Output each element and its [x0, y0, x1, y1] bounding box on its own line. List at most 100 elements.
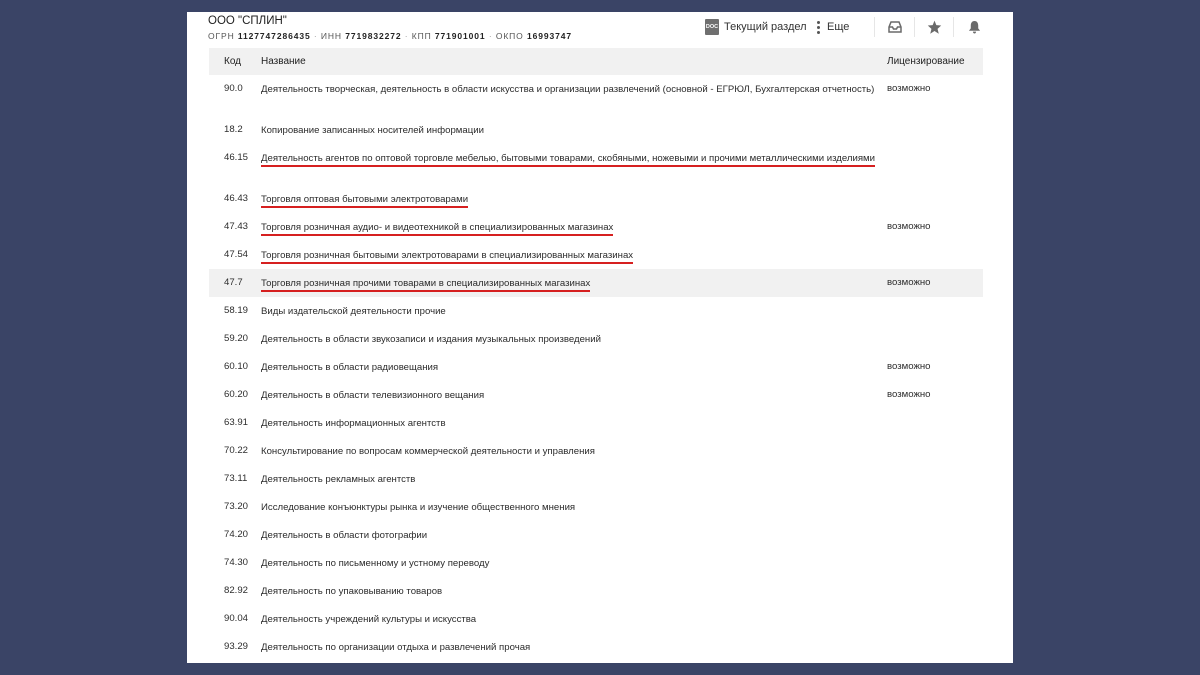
table-row[interactable]: 70.22 Консультирование по вопросам коммер…: [209, 437, 983, 465]
activity-code: 46.15: [224, 152, 249, 163]
ogrn-label: ОГРН: [208, 31, 235, 41]
activity-name-text: Деятельность по упаковыванию товаров: [261, 586, 443, 597]
activity-code: 70.22: [224, 445, 249, 456]
table-row[interactable]: 74.30 Деятельность по письменному и устно…: [209, 549, 983, 577]
activity-name-text: Деятельность в области радиовещания: [261, 362, 439, 373]
activity-code: 46.43: [224, 193, 249, 204]
activity-name-text: Исследование конъюнктуры рынка и изучени…: [261, 502, 576, 513]
activity-name: Деятельность по письменному и устному пе…: [261, 557, 881, 571]
activity-name-text: Торговля розничная аудио- и видеотехнико…: [261, 222, 614, 236]
more-button[interactable]: Еще: [817, 16, 849, 38]
column-header-code: Код: [224, 56, 242, 67]
activity-name-text: Деятельность агентов по оптовой торговле…: [261, 153, 875, 167]
activity-name-text: Деятельность рекламных агентств: [261, 474, 416, 485]
activity-name: Торговля оптовая бытовыми электротоварам…: [261, 193, 881, 208]
licensing-status: возможно: [887, 389, 931, 400]
activity-code: 82.92: [224, 585, 249, 596]
activity-code: 73.20: [224, 501, 249, 512]
toolbar-divider: [874, 17, 875, 37]
table-row[interactable]: 60.20 Деятельность в области телевизионно…: [209, 381, 983, 409]
activity-name-text: Деятельность творческая, деятельность в …: [261, 84, 875, 95]
toolbar-divider: [914, 17, 915, 37]
activity-name: Деятельность в области радиовещания: [261, 361, 881, 375]
table-row[interactable]: 46.15 Деятельность агентов по оптовой тор…: [209, 144, 983, 185]
registration-numbers: ОГРН 1127747286435 · ИНН 7719832272 · КП…: [208, 31, 572, 41]
activity-name-text: Копирование записанных носителей информа…: [261, 125, 484, 136]
activity-name: Деятельность в области звукозаписи и изд…: [261, 333, 881, 347]
table-row[interactable]: 63.91 Деятельность информационных агентст…: [209, 409, 983, 437]
activity-code: 63.91: [224, 417, 249, 428]
activity-code: 58.19: [224, 305, 249, 316]
current-section-button[interactable]: DOC Текущий раздел: [705, 16, 807, 38]
table-row[interactable]: 74.20 Деятельность в области фотографии: [209, 521, 983, 549]
activity-name: Консультирование по вопросам коммерческо…: [261, 445, 881, 459]
okpo-value: 16993747: [526, 31, 572, 41]
activity-name-text: Деятельность по письменному и устному пе…: [261, 558, 490, 569]
okpo-label: ОКПО: [495, 31, 524, 41]
activity-code: 47.7: [224, 277, 243, 288]
inn-value: 7719832272: [345, 31, 402, 41]
activity-code: 60.10: [224, 361, 249, 372]
table-row[interactable]: 59.20 Деятельность в области звукозаписи …: [209, 325, 983, 353]
activity-name-text: Деятельность информационных агентств: [261, 418, 446, 429]
star-icon: [927, 20, 941, 34]
activity-name: Исследование конъюнктуры рынка и изучени…: [261, 501, 881, 515]
licensing-status: возможно: [887, 361, 931, 372]
company-name: ООО "СПЛИН": [208, 15, 287, 27]
activity-code: 74.20: [224, 529, 249, 540]
activity-name: Торговля розничная аудио- и видеотехнико…: [261, 221, 881, 236]
table-row[interactable]: 60.10 Деятельность в области радиовещания…: [209, 353, 983, 381]
activity-name-text: Торговля розничная прочими товарами в сп…: [261, 278, 591, 292]
kpp-value: 771901001: [434, 31, 486, 41]
inbox-button[interactable]: [884, 17, 906, 37]
table-row[interactable]: 58.19 Виды издательской деятельности проч…: [209, 297, 983, 325]
separator: ·: [404, 31, 409, 41]
kpp-label: КПП: [411, 31, 432, 41]
table-row[interactable]: 93.29 Деятельность по организации отдыха …: [209, 633, 983, 661]
table-row[interactable]: 90.0 Деятельность творческая, деятельност…: [209, 75, 983, 116]
activity-name: Виды издательской деятельности прочие: [261, 305, 881, 319]
activity-code: 90.04: [224, 613, 249, 624]
activity-code: 47.43: [224, 221, 249, 232]
table-row[interactable]: 73.20 Исследование конъюнктуры рынка и из…: [209, 493, 983, 521]
activity-name: Торговля розничная прочими товарами в сп…: [261, 277, 881, 292]
licensing-status: возможно: [887, 221, 931, 232]
activity-name: Деятельность информационных агентств: [261, 417, 881, 431]
table-row[interactable]: 47.7 Торговля розничная прочими товарами …: [209, 269, 983, 297]
activity-name-text: Деятельность учреждений культуры и искус…: [261, 614, 477, 625]
table-row[interactable]: 90.04 Деятельность учреждений культуры и …: [209, 605, 983, 633]
column-header-name: Название: [261, 56, 306, 67]
column-header-license: Лицензирование: [887, 56, 965, 67]
activity-name: Копирование записанных носителей информа…: [261, 124, 881, 138]
licensing-status: возможно: [887, 83, 931, 94]
activity-name: Деятельность в области фотографии: [261, 529, 881, 543]
table-row[interactable]: 47.54 Торговля розничная бытовыми электро…: [209, 241, 983, 269]
activity-name: Деятельность по упаковыванию товаров: [261, 585, 881, 599]
activity-name: Деятельность творческая, деятельность в …: [261, 83, 881, 97]
activity-code: 73.11: [224, 473, 248, 484]
more-label: Еще: [827, 21, 850, 33]
table-body: 90.0 Деятельность творческая, деятельност…: [209, 75, 983, 661]
activity-code: 60.20: [224, 389, 249, 400]
doc-icon: DOC: [705, 19, 719, 35]
table-row[interactable]: 82.92 Деятельность по упаковыванию товаро…: [209, 577, 983, 605]
activity-name-text: Деятельность по организации отдыха и раз…: [261, 642, 531, 653]
company-card: ООО "СПЛИН" ОГРН 1127747286435 · ИНН 771…: [187, 12, 1013, 663]
favorite-button[interactable]: [923, 17, 945, 37]
activity-name-text: Деятельность в области фотографии: [261, 530, 428, 541]
table-row[interactable]: 73.11 Деятельность рекламных агентств: [209, 465, 983, 493]
notifications-button[interactable]: [963, 17, 985, 37]
separator: ·: [488, 31, 493, 41]
table-row[interactable]: 46.43 Торговля оптовая бытовыми электрото…: [209, 185, 983, 213]
activity-name: Деятельность рекламных агентств: [261, 473, 881, 487]
activity-name: Деятельность в области телевизионного ве…: [261, 389, 881, 403]
inbox-icon: [888, 21, 902, 33]
table-row[interactable]: 47.43 Торговля розничная аудио- и видеоте…: [209, 213, 983, 241]
table-row[interactable]: 18.2 Копирование записанных носителей инф…: [209, 116, 983, 144]
separator: ·: [313, 31, 318, 41]
activity-name-text: Торговля оптовая бытовыми электротоварам…: [261, 194, 469, 208]
licensing-status: возможно: [887, 277, 931, 288]
more-dots-icon: [817, 20, 820, 34]
activity-code: 59.20: [224, 333, 249, 344]
activity-name: Деятельность по организации отдыха и раз…: [261, 641, 881, 655]
